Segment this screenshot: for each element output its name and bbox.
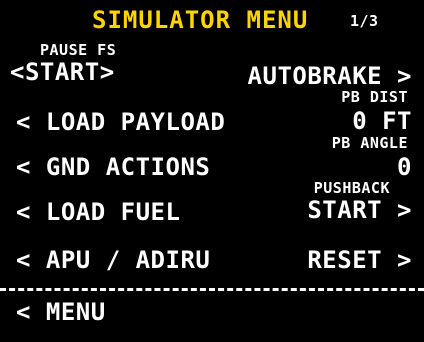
pushback-label: PUSHBACK <box>313 179 390 197</box>
pb-dist-label: PB DIST <box>341 88 408 106</box>
pause-fs-label: PAUSE FS <box>40 41 117 59</box>
reset-button[interactable]: RESET > <box>307 248 412 272</box>
pause-start-button[interactable]: <START> <box>10 60 115 84</box>
load-fuel-button[interactable]: < LOAD FUEL <box>16 200 180 224</box>
page-indicator: 1/3 <box>350 12 379 30</box>
pb-angle-label: PB ANGLE <box>331 134 408 152</box>
apu-adiru-button[interactable]: < APU / ADIRU <box>16 248 210 272</box>
pb-angle-value[interactable]: 0 <box>397 155 412 179</box>
gnd-actions-button[interactable]: < GND ACTIONS <box>16 155 210 179</box>
menu-title: SIMULATOR MENU <box>92 6 309 34</box>
pb-dist-value[interactable]: 0 FT <box>352 109 412 133</box>
load-payload-button[interactable]: < LOAD PAYLOAD <box>16 110 225 134</box>
mcdu-screen: SIMULATOR MENU 1/3 PAUSE FS <START> AUTO… <box>0 0 424 342</box>
menu-button[interactable]: < MENU <box>16 300 106 324</box>
dashed-divider <box>0 288 424 291</box>
autobrake-button[interactable]: AUTOBRAKE > <box>248 64 412 88</box>
pushback-start-button[interactable]: START > <box>307 198 412 222</box>
